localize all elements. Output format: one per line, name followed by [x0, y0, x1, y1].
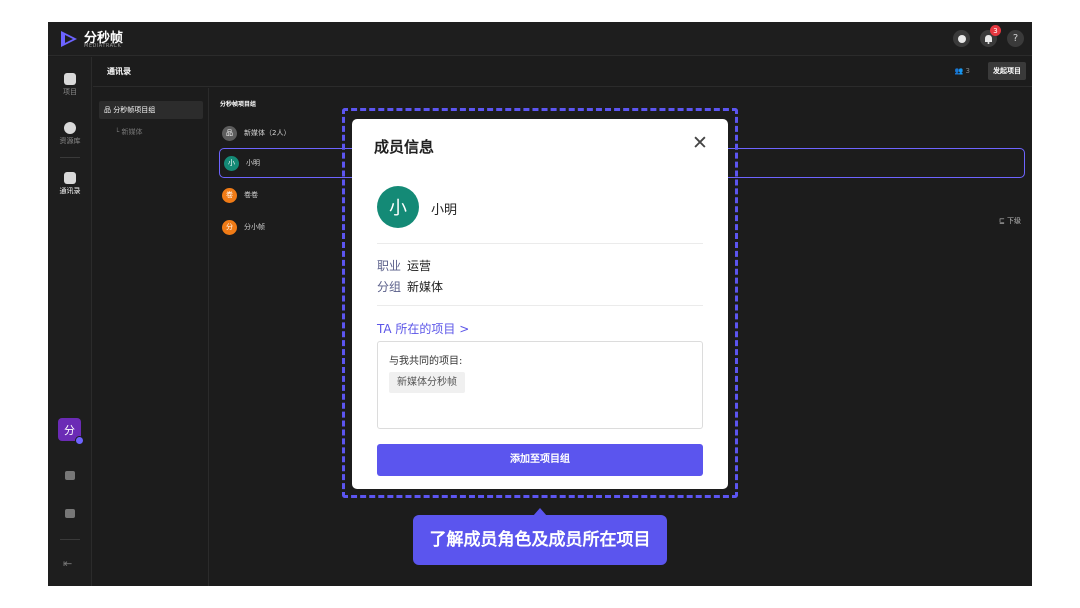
top-bar: 分秒帧 MEDIATRACK 3 ? [48, 22, 1032, 56]
member-name: 分小帧 [244, 223, 265, 231]
library-icon [64, 122, 76, 134]
subgroup-row[interactable]: 品 新媒体（2人） [222, 122, 290, 144]
dialog-title: 成员信息 [374, 138, 435, 156]
avatar: 小 [224, 155, 239, 171]
avatar: 分 [222, 219, 237, 235]
org-badge[interactable]: 分 [58, 418, 84, 445]
contacts-icon [64, 172, 76, 184]
sub-level-label: 下级 [1007, 217, 1021, 225]
page-title: 通讯录 [107, 67, 131, 76]
project-chip[interactable]: 新媒体分秒帧 [389, 372, 465, 393]
tree-item-root[interactable]: 品 分秒帧项目组 [99, 101, 203, 119]
collapse-icon[interactable]: ⇤ [63, 557, 72, 570]
top-icons: 3 ? [953, 25, 1024, 47]
job-value: 运营 [407, 259, 432, 273]
logo-subtext: MEDIATRACK [84, 43, 122, 49]
member-avatar: 小 [377, 186, 419, 228]
contacts-header: 通讯录 👥 3 发起项目 [93, 57, 1032, 87]
help-button[interactable]: ? [1007, 30, 1024, 47]
rail-item-contacts[interactable]: 通讯录 [48, 172, 92, 196]
divider [377, 243, 703, 244]
file-icon[interactable] [65, 509, 75, 518]
member-count: 👥 3 [955, 67, 970, 75]
common-projects-title: 与我共同的项目: [389, 356, 463, 367]
tree-root-label: 分秒帧项目组 [113, 106, 156, 114]
rail-item-library[interactable]: 资源库 [48, 122, 92, 146]
org-badge-label: 分 [64, 423, 75, 437]
group-title: 分秒帧项目组 [220, 101, 257, 108]
member-name: 小明 [246, 159, 260, 167]
left-rail: 项目 资源库 通讯录 分 ⇤ [48, 57, 92, 586]
org-tree-icon: 品 [104, 106, 111, 114]
job-label: 职业 [377, 259, 402, 273]
bell-icon[interactable]: 3 [980, 25, 1001, 47]
rail-label-contacts: 通讯录 [59, 187, 81, 195]
group-value: 新媒体 [407, 280, 444, 294]
member-count-value: 3 [965, 67, 970, 75]
status-icon[interactable] [953, 30, 970, 47]
divider [377, 305, 703, 306]
add-to-group-button[interactable]: 添加至项目组 [377, 444, 703, 476]
group-tree: 品 分秒帧项目组 └ 新媒体 [93, 88, 209, 586]
tree-branch-icon: └ [115, 128, 120, 136]
org-status-dot [75, 436, 84, 445]
notification-badge: 3 [990, 25, 1001, 36]
launch-project-button[interactable]: 发起项目 [988, 62, 1026, 80]
subgroup-icon: 品 [222, 125, 237, 141]
close-icon[interactable]: ✕ [692, 134, 708, 153]
group-label: 分组 [377, 280, 402, 294]
rail-divider [60, 157, 80, 158]
feature-tooltip: 了解成员角色及成员所在项目 [413, 515, 667, 565]
member-info-dialog: 成员信息 ✕ 小 小明 职业 运营 分组 新媒体 TA 所在的项目 > 与我共同的项… [352, 119, 728, 489]
member-name: 卷卷 [244, 191, 258, 199]
member-projects-link[interactable]: TA 所在的项目 > [377, 320, 469, 337]
tree-item-child[interactable]: └ 新媒体 [115, 127, 142, 137]
monitor-icon[interactable] [65, 471, 75, 480]
member-name: 小明 [431, 203, 458, 218]
rail-item-projects[interactable]: 项目 [48, 73, 92, 97]
tree-child-label: 新媒体 [121, 128, 143, 136]
help-icon: ? [1012, 32, 1019, 44]
subgroup-label: 新媒体（2人） [244, 129, 291, 137]
rail-label-projects: 项目 [63, 88, 77, 96]
projects-icon [64, 73, 76, 85]
list-item[interactable]: 分 分小帧 [222, 216, 265, 238]
job-row: 职业 运营 [377, 257, 431, 274]
hierarchy-icon: ⊑ [998, 217, 1005, 225]
rail-divider-bottom [60, 539, 80, 540]
people-icon: 👥 [954, 67, 964, 75]
sub-level-button[interactable]: ⊑ 下级 [999, 216, 1021, 226]
avatar: 卷 [222, 187, 237, 203]
group-row: 分组 新媒体 [377, 278, 443, 295]
rail-label-library: 资源库 [59, 137, 81, 145]
common-projects-box: 与我共同的项目: 新媒体分秒帧 [377, 341, 703, 429]
logo-icon [61, 31, 77, 47]
list-item[interactable]: 卷 卷卷 [222, 184, 258, 206]
